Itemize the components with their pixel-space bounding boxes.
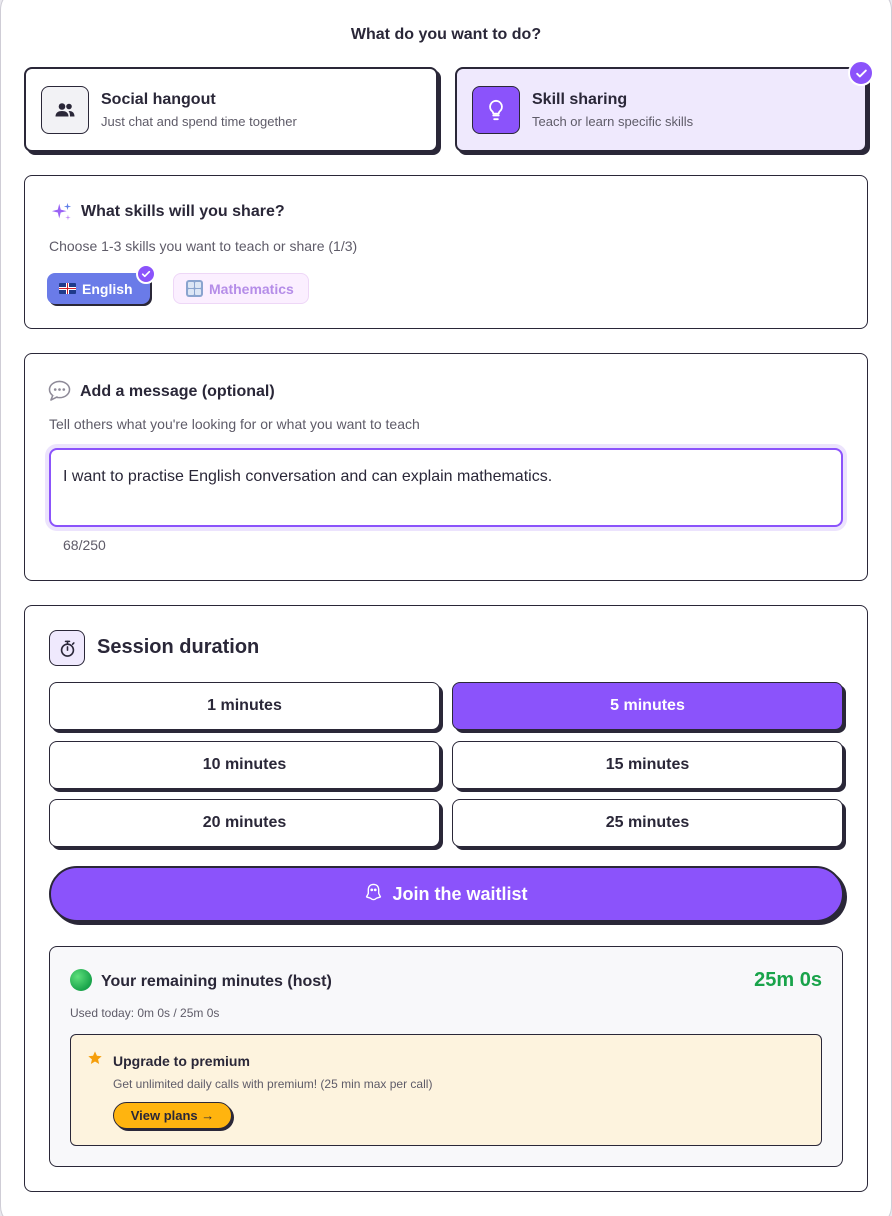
lightbulb-icon bbox=[472, 85, 520, 134]
check-icon bbox=[848, 60, 874, 86]
uk-flag-icon bbox=[59, 283, 76, 294]
skill-chip-label: Mathematics bbox=[209, 280, 294, 297]
character-counter: 68/250 bbox=[63, 537, 106, 553]
remaining-value: 25m 0s bbox=[754, 969, 822, 991]
skills-subtitle: Choose 1-3 skills you want to teach or s… bbox=[49, 238, 358, 254]
page-title: What do you want to do? bbox=[350, 26, 542, 43]
premium-upsell: Upgrade to premium Get unlimited daily c… bbox=[70, 1034, 822, 1146]
duration-option-5[interactable]: 5 minutes bbox=[452, 682, 843, 730]
green-circle-icon bbox=[70, 969, 92, 991]
social-hangout-card[interactable]: Social hangout Just chat and spend time … bbox=[24, 67, 438, 152]
used-today-text: Used today: 0m 0s / 25m 0s bbox=[70, 1006, 220, 1020]
premium-title: Upgrade to premium bbox=[113, 1053, 250, 1069]
duration-option-20[interactable]: 20 minutes bbox=[49, 799, 440, 847]
skill-chip-english[interactable]: English bbox=[47, 264, 156, 304]
duration-title: Session duration bbox=[97, 636, 260, 658]
people-icon bbox=[41, 85, 89, 134]
stopwatch-icon bbox=[49, 630, 85, 666]
message-subtitle: Tell others what you're looking for or w… bbox=[49, 416, 420, 432]
view-plans-button[interactable]: View plans → bbox=[113, 1102, 232, 1129]
ghost-icon bbox=[365, 883, 382, 906]
message-title: Add a message (optional) bbox=[80, 383, 275, 400]
message-textarea[interactable]: I want to practise English conversation … bbox=[49, 448, 843, 527]
sparkles-icon bbox=[51, 201, 73, 228]
star-icon bbox=[87, 1050, 103, 1071]
skill-sharing-card[interactable]: Skill sharing Teach or learn specific sk… bbox=[455, 60, 874, 152]
remaining-title: Your remaining minutes (host) bbox=[101, 973, 332, 990]
skill-chip-label: English bbox=[82, 280, 133, 297]
skill-sharing-desc: Teach or learn specific skills bbox=[532, 113, 694, 129]
duration-option-15[interactable]: 15 minutes bbox=[452, 741, 843, 789]
numbers-icon bbox=[186, 280, 203, 297]
skill-chip-mathematics[interactable]: Mathematics bbox=[173, 273, 309, 304]
social-hangout-title: Social hangout bbox=[101, 90, 216, 108]
social-hangout-desc: Just chat and spend time together bbox=[101, 113, 297, 129]
join-waitlist-button[interactable]: Join the waitlist bbox=[49, 866, 844, 922]
check-icon bbox=[136, 264, 156, 284]
premium-desc: Get unlimited daily calls with premium! … bbox=[113, 1077, 433, 1091]
join-waitlist-label: Join the waitlist bbox=[392, 883, 528, 904]
skill-sharing-title: Skill sharing bbox=[532, 90, 628, 108]
duration-option-10[interactable]: 10 minutes bbox=[49, 741, 440, 789]
duration-option-25[interactable]: 25 minutes bbox=[452, 799, 843, 847]
remaining-minutes-panel: Your remaining minutes (host) 25m 0s Use… bbox=[49, 946, 843, 1167]
speech-bubble-icon bbox=[48, 380, 71, 406]
duration-option-1[interactable]: 1 minutes bbox=[49, 682, 440, 730]
skills-title: What skills will you share? bbox=[81, 203, 285, 220]
